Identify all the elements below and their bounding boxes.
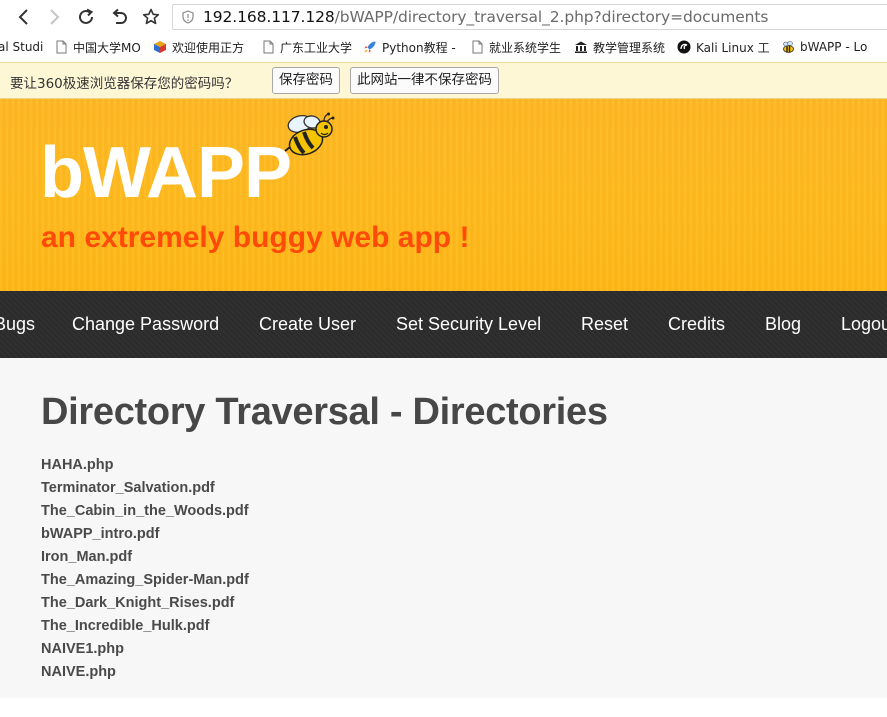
bookmark-item[interactable]: 欢迎使用正方 <box>153 38 244 56</box>
address-text: 192.168.117.128/bWAPP/directory_traversa… <box>203 8 768 26</box>
file-link[interactable]: bWAPP_intro.pdf <box>41 526 159 542</box>
page-icon <box>56 40 67 54</box>
main-menu: Bugs Change Password Create User Set Sec… <box>0 291 887 358</box>
never-save-password-button[interactable]: 此网站一律不保存密码 <box>350 67 499 94</box>
bookmark-item[interactable]: Kali Linux 工 <box>677 38 770 56</box>
menu-item-bugs[interactable]: Bugs <box>0 314 35 335</box>
page-bottom-edge <box>0 698 887 717</box>
undo-close-button[interactable] <box>107 5 131 29</box>
bookmark-label: 欢迎使用正方 <box>172 40 245 55</box>
forward-button[interactable] <box>42 5 66 29</box>
browser-window: 192.168.117.128/bWAPP/directory_traversa… <box>0 0 887 717</box>
file-link[interactable]: The_Incredible_Hulk.pdf <box>41 618 209 634</box>
site-header: bWAPP an extremely buggy web app ! <box>0 99 887 291</box>
menu-item-logout[interactable]: Logout <box>841 314 887 335</box>
bookmark-label: 中国大学MO <box>73 40 141 55</box>
list-item: The_Dark_Knight_Rises.pdf <box>41 594 249 617</box>
file-link[interactable]: NAIVE.php <box>41 664 116 680</box>
bookmarks-bar: al Studi 中国大学MO 欢迎使用正方 广东工业大学 Python教程 -… <box>0 34 887 60</box>
bookmark-item[interactable]: 教学管理系统 <box>574 38 665 56</box>
bee-icon <box>783 41 794 53</box>
list-item: The_Cabin_in_the_Woods.pdf <box>41 502 249 525</box>
page-icon <box>263 40 274 54</box>
url-host: 192.168.117.128 <box>203 8 335 26</box>
menu-item-blog[interactable]: Blog <box>765 314 801 335</box>
list-item: The_Amazing_Spider-Man.pdf <box>41 571 249 594</box>
list-item: bWAPP_intro.pdf <box>41 525 249 548</box>
bookmark-label: bWAPP - Lo <box>800 40 868 54</box>
bookmark-label: al Studi <box>0 40 44 54</box>
menu-item-create-user[interactable]: Create User <box>259 314 356 335</box>
page-icon <box>472 40 483 54</box>
bookmark-label: Kali Linux 工 <box>696 40 770 55</box>
list-item: NAIVE.php <box>41 663 249 686</box>
menu-item-credits[interactable]: Credits <box>668 314 725 335</box>
password-save-bar: 要让360极速浏览器保存您的密码吗？ 保存密码 此网站一律不保存密码 <box>0 62 887 99</box>
file-link[interactable]: HAHA.php <box>41 457 114 473</box>
file-link[interactable]: Iron_Man.pdf <box>41 549 132 565</box>
menu-item-reset[interactable]: Reset <box>581 314 628 335</box>
bookmark-star-button[interactable] <box>139 5 163 29</box>
site-tagline: an extremely buggy web app ! <box>41 221 470 254</box>
star-icon <box>142 8 160 25</box>
shield-icon <box>182 10 194 24</box>
directory-file-list: HAHA.php Terminator_Salvation.pdf The_Ca… <box>41 456 249 686</box>
building-icon <box>575 41 587 53</box>
bookmark-label: Python教程 - <box>382 40 456 55</box>
main-content: Directory Traversal - Directories HAHA.p… <box>0 358 887 698</box>
site-logo[interactable]: bWAPP <box>40 137 292 209</box>
reload-button[interactable] <box>74 5 98 29</box>
list-item: Iron_Man.pdf <box>41 548 249 571</box>
undo-icon <box>112 8 127 24</box>
bookmark-label: 教学管理系统 <box>593 40 666 55</box>
file-link[interactable]: Terminator_Salvation.pdf <box>41 480 215 496</box>
file-link[interactable]: The_Dark_Knight_Rises.pdf <box>41 595 234 611</box>
browser-toolbar: 192.168.117.128/bWAPP/directory_traversa… <box>0 0 887 34</box>
back-arrow-icon <box>18 9 28 25</box>
cube-icon <box>154 41 166 53</box>
bookmark-label: 就业系统学生 <box>489 40 562 55</box>
bookmark-item[interactable]: 就业系统学生 <box>470 38 561 56</box>
bookmark-item[interactable]: bWAPP - Lo <box>781 38 867 56</box>
rocket-icon <box>364 41 376 53</box>
file-link[interactable]: The_Cabin_in_the_Woods.pdf <box>41 503 249 519</box>
bookmark-label: 广东工业大学 <box>280 40 353 55</box>
list-item: HAHA.php <box>41 456 249 479</box>
back-button[interactable] <box>12 5 36 29</box>
list-item: The_Incredible_Hulk.pdf <box>41 617 249 640</box>
list-item: NAIVE1.php <box>41 640 249 663</box>
page-title: Directory Traversal - Directories <box>41 391 608 433</box>
file-link[interactable]: NAIVE1.php <box>41 641 124 657</box>
file-link[interactable]: The_Amazing_Spider-Man.pdf <box>41 572 249 588</box>
reload-icon <box>79 8 94 24</box>
menu-item-change-password[interactable]: Change Password <box>72 314 219 335</box>
password-prompt-message: 要让360极速浏览器保存您的密码吗？ <box>10 76 239 92</box>
address-bar[interactable]: 192.168.117.128/bWAPP/directory_traversa… <box>172 4 887 30</box>
bookmark-item[interactable]: 中国大学MO <box>54 38 141 56</box>
url-path: /bWAPP/directory_traversal_2.php?directo… <box>334 8 769 26</box>
bookmark-item[interactable]: al Studi <box>0 38 43 56</box>
list-item: Terminator_Salvation.pdf <box>41 479 249 502</box>
forward-arrow-icon <box>50 9 60 25</box>
bee-logo-icon <box>284 112 335 156</box>
menu-item-set-security-level[interactable]: Set Security Level <box>396 314 541 335</box>
save-password-button[interactable]: 保存密码 <box>272 67 340 94</box>
bookmark-item[interactable]: 广东工业大学 <box>261 38 352 56</box>
kali-icon <box>677 40 691 54</box>
bookmark-item[interactable]: Python教程 - <box>363 38 456 56</box>
